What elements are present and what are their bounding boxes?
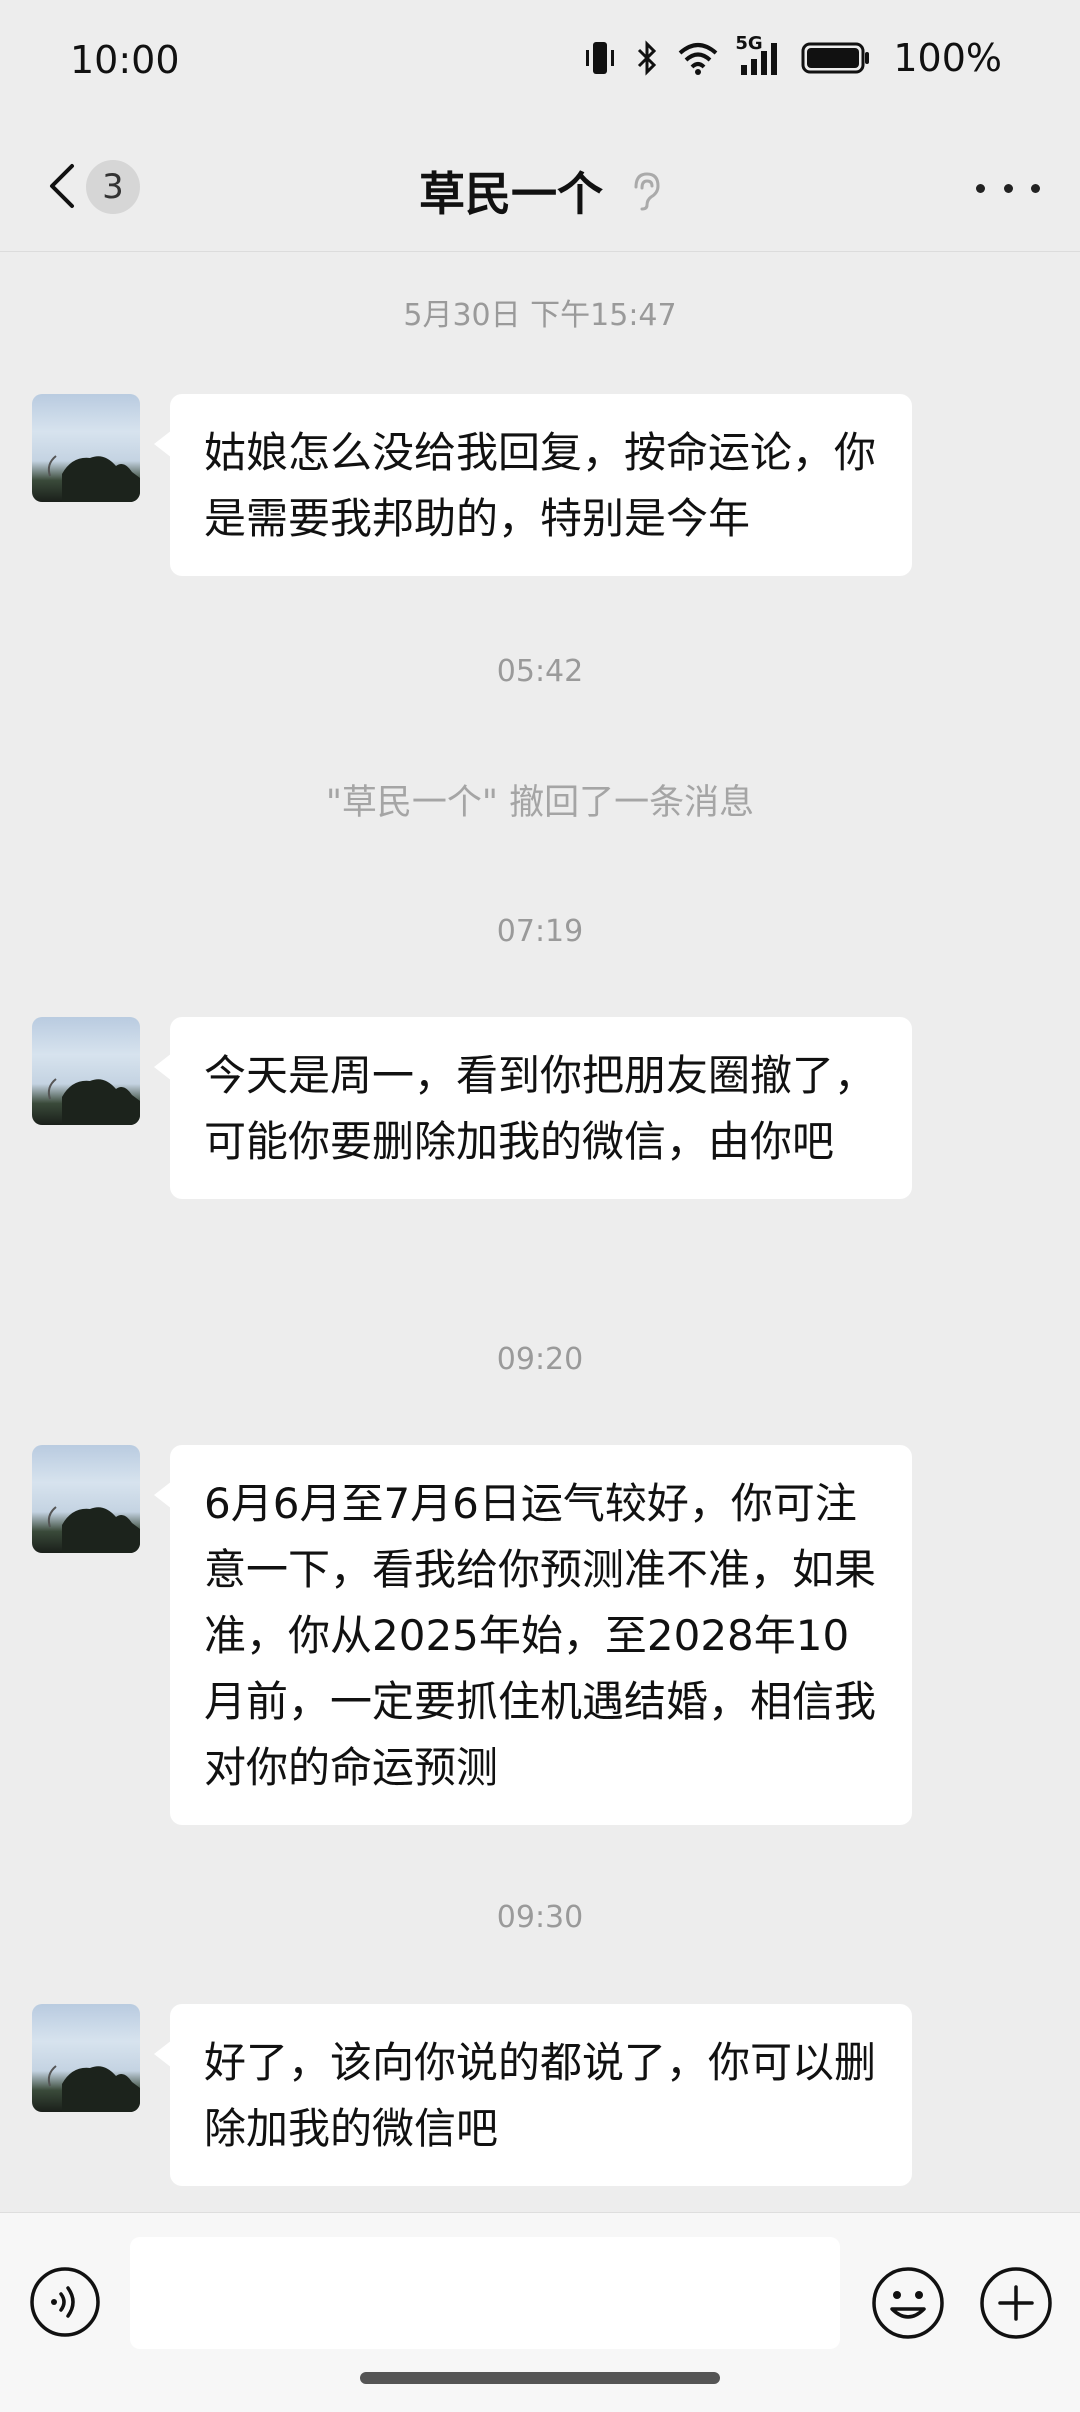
message-input[interactable] [130, 2237, 840, 2349]
battery-icon [801, 41, 871, 75]
vibrate-icon [583, 39, 617, 77]
battery-percent: 100% [893, 36, 1002, 80]
emoji-icon [872, 2267, 944, 2339]
chat-header: 3 草民一个 [0, 120, 1080, 252]
timestamp: 09:30 [496, 1900, 584, 1935]
more-button[interactable] [976, 170, 1040, 206]
home-indicator[interactable] [360, 2372, 720, 2384]
status-bar: 10:00 5G 100% [0, 0, 1080, 120]
timestamp: 5月30日 下午15:47 [403, 298, 677, 333]
message-bubble[interactable]: 6月6月至7月6日运气较好，你可注意一下，看我给你预测准不准，如果准，你从202… [154, 1445, 912, 1825]
voice-button[interactable] [28, 2265, 102, 2339]
chat-screen: 10:00 5G 100% 3 草民一个 5月30日 下午15:47 姑娘怎么没… [0, 0, 1080, 2412]
ear-icon [631, 171, 661, 211]
contact-avatar[interactable] [32, 2004, 140, 2112]
status-icons: 5G 100% [583, 33, 1002, 80]
timestamp: 07:19 [496, 914, 584, 949]
message-bubble[interactable]: 好了，该向你说的都说了，你可以删除加我的微信吧 [154, 2004, 912, 2186]
contact-avatar[interactable] [32, 394, 140, 502]
recall-notice: "草民一个" 撤回了一条消息 [325, 783, 755, 823]
emoji-button[interactable] [870, 2265, 946, 2341]
message-bubble[interactable]: 今天是周一，看到你把朋友圈撤了，可能你要删除加我的微信，由你吧 [154, 1017, 912, 1199]
more-icon-dot [976, 183, 985, 193]
network-type: 5G [735, 33, 763, 54]
message-bubble[interactable]: 姑娘怎么没给我回复，按命运论，你是需要我邦助的，特别是今年 [154, 394, 912, 576]
contact-avatar[interactable] [32, 1017, 140, 1125]
more-icon-dot [1003, 183, 1013, 193]
voice-icon [30, 2267, 100, 2337]
chat-title[interactable]: 草民一个 [419, 158, 603, 224]
wifi-icon [677, 41, 719, 75]
timestamp: 09:20 [496, 1342, 584, 1377]
bluetooth-icon [635, 39, 659, 77]
plus-button[interactable] [978, 2265, 1054, 2341]
chat-title-wrap: 草民一个 [0, 158, 1080, 224]
signal-icon: 5G [735, 33, 783, 77]
status-time: 10:00 [70, 38, 180, 82]
more-icon-dot [1031, 183, 1040, 193]
contact-avatar[interactable] [32, 1445, 140, 1553]
timestamp: 05:42 [496, 654, 584, 689]
plus-icon [980, 2267, 1052, 2339]
